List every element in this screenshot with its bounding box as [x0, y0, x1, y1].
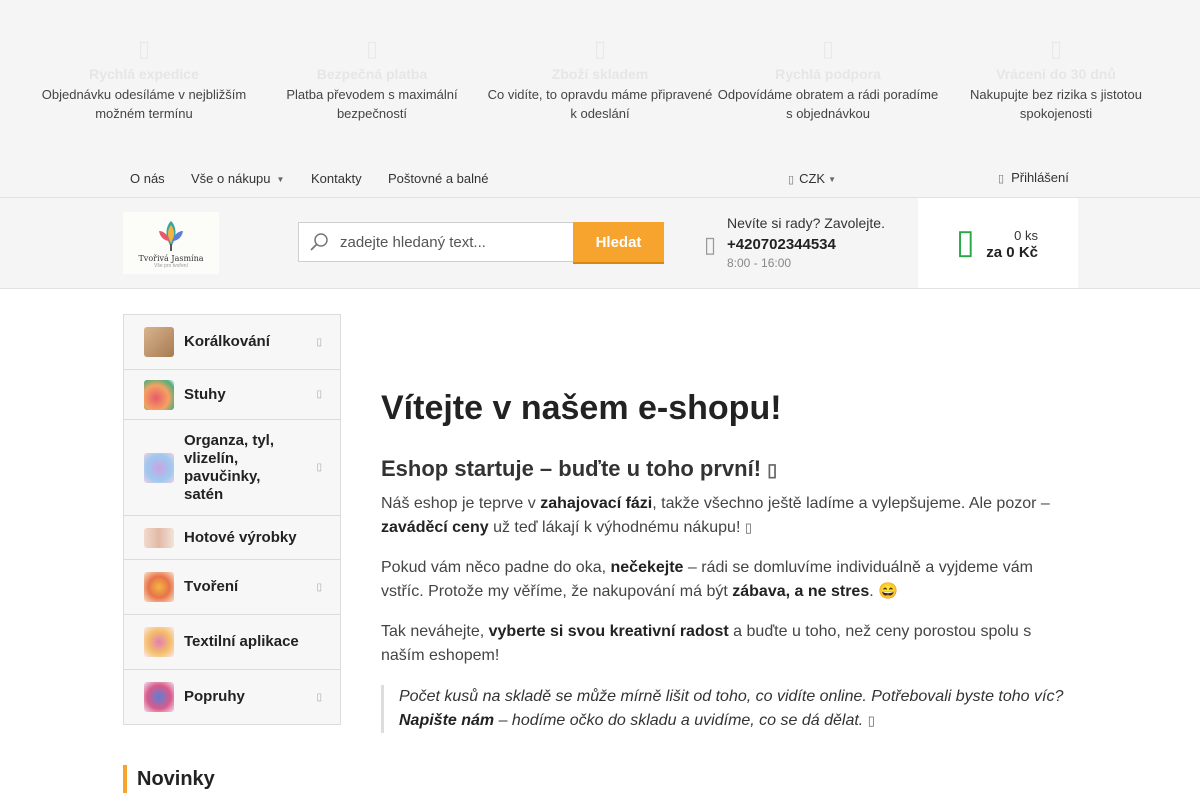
logo-emblem — [159, 221, 183, 251]
page-subtitle: Eshop startuje – buďte u toho první! ▯ — [381, 456, 777, 482]
nav-link-vse-o-nakupu[interactable]: Vše o nákupu ▼ — [191, 171, 284, 186]
logo-name: Tvořivá Jasmína — [138, 254, 204, 263]
category-sidebar: Korálkování ▯ Stuhy ▯ Organza, tyl, vliz… — [123, 314, 341, 725]
sidebar-item-organza[interactable]: Organza, tyl, vlizelín, pavučinky, satén… — [124, 420, 340, 516]
emoji-icon: ▯ — [744, 520, 752, 535]
benefit-item: ▯ Vrácení do 30 dnů Nakupujte bez rizika… — [942, 32, 1170, 123]
benefit-item: ▯ Zboží skladem Co vidíte, to opravdu má… — [486, 32, 714, 123]
site-header: Tvořivá Jasmína Vše pro tvoření Hledat ▯… — [0, 198, 1200, 289]
sidebar-item-textilni-aplikace[interactable]: Textilní aplikace — [124, 615, 340, 670]
category-label: Stuhy — [184, 385, 226, 403]
category-thumbnail — [144, 682, 174, 712]
benefit-title: Vrácení do 30 dnů — [996, 66, 1116, 82]
call-to-action-paragraph: Tak neváhejte, vyberte si svou kreativní… — [381, 623, 1032, 664]
page-title: Vítejte v našem e-shopu! — [381, 389, 782, 427]
box-icon: ▯ — [593, 36, 607, 61]
category-thumbnail — [144, 452, 174, 483]
category-label: Tvoření — [184, 578, 239, 595]
user-icon: ▯ — [998, 173, 1005, 185]
category-label: Hotové výrobky — [184, 528, 297, 546]
sidebar-item-stuhy[interactable]: Stuhy ▯ — [124, 370, 340, 420]
chevron-right-icon: ▯ — [316, 581, 322, 593]
login-link[interactable]: ▯ Přihlášení — [998, 170, 1069, 185]
contact-phone-link[interactable]: +420702344534 — [727, 236, 836, 253]
subtitle-text: Eshop startuje – buďte u toho první! — [381, 456, 762, 481]
lock-icon: ▯ — [365, 36, 379, 61]
benefit-title: Bezpečná platba — [316, 66, 428, 82]
chevron-right-icon: ▯ — [316, 462, 322, 473]
section-heading-novinky: Novinky — [123, 765, 215, 793]
cart-count: 0 ks — [1014, 228, 1038, 243]
category-thumbnail — [144, 627, 174, 657]
intro-paragraph: Náš eshop je teprve v zahajovací fázi, t… — [381, 495, 1050, 536]
chevron-right-icon: ▯ — [316, 336, 322, 348]
benefit-text: Nakupujte bez rizika s jistotou spokojen… — [970, 87, 1142, 121]
write-us-text: Napište nám — [399, 712, 495, 729]
truck-icon: ▯ — [137, 36, 151, 61]
login-label: Přihlášení — [1011, 170, 1069, 185]
support-icon: ▯ — [821, 36, 835, 61]
emoji-icon: ▯ — [867, 713, 875, 728]
search-input[interactable] — [298, 222, 574, 262]
category-thumbnail — [144, 527, 174, 548]
cart-icon: ▯ — [956, 223, 975, 261]
logo-tagline: Vše pro tvoření — [154, 263, 188, 269]
main-content: Vítejte v našem e-shopu! Eshop startuje … — [381, 380, 1081, 733]
currency-selector[interactable]: ▯ CZK ▼ — [788, 171, 836, 186]
offer-paragraph: Pokud vám něco padne do oka, nečekejte –… — [381, 559, 1033, 600]
benefit-title: Zboží skladem — [551, 66, 649, 82]
chevron-right-icon: ▯ — [316, 691, 322, 703]
search-icon — [310, 233, 328, 251]
benefit-item: ▯ Rychlá expedice Objednávku odesíláme v… — [30, 32, 258, 123]
benefit-title: Rychlá expedice — [89, 66, 199, 82]
category-thumbnail — [144, 327, 174, 357]
chevron-down-icon: ▼ — [276, 175, 285, 184]
return-icon: ▯ — [1049, 36, 1063, 61]
category-label: Organza, tyl, vlizelín, pavučinky, satén — [184, 431, 275, 503]
benefit-title: Rychlá podpora — [775, 66, 881, 82]
sidebar-item-hotove-vyrobky[interactable]: Hotové výrobky — [124, 516, 340, 560]
benefits-strip: ▯ Rychlá expedice Objednávku odesíláme v… — [0, 0, 1200, 158]
benefit-item: ▯ Bezpečná platba Platba převodem s maxi… — [258, 32, 486, 123]
category-thumbnail — [144, 572, 174, 602]
chevron-right-icon: ▯ — [316, 389, 322, 400]
contact-question: Nevíte si rady? Zavolejte. — [727, 215, 885, 231]
cart-button[interactable]: ▯ 0 ks za 0 Kč — [918, 198, 1078, 288]
money-icon: ▯ — [788, 174, 795, 186]
sidebar-item-koralkovani[interactable]: Korálkování ▯ — [124, 315, 340, 370]
benefit-text: Platba převodem s maximální bezpečností — [286, 87, 458, 121]
nav-link-o-nas[interactable]: O nás — [130, 171, 165, 186]
contact-hours: 8:00 - 16:00 — [727, 256, 792, 270]
search-button[interactable]: Hledat — [573, 222, 664, 262]
benefit-text: Odpovídáme obratem a rádi poradíme s obj… — [717, 87, 939, 121]
category-label: Korálkování — [184, 333, 270, 350]
nav-link-kontakty[interactable]: Kontakty — [311, 171, 362, 186]
top-navigation: O nás Vše o nákupu ▼ Kontakty Poštovné a … — [0, 158, 1200, 198]
search-form: Hledat — [298, 222, 664, 262]
emoji-icon: ▯ — [767, 460, 778, 480]
benefit-text: Objednávku odesíláme v nejbližším možném… — [41, 87, 247, 121]
currency-label: CZK — [799, 171, 826, 186]
category-thumbnail — [144, 379, 174, 410]
phone-icon: ▯ — [704, 232, 717, 257]
site-logo[interactable]: Tvořivá Jasmína Vše pro tvoření — [123, 212, 219, 274]
chevron-down-icon: ▼ — [828, 175, 836, 184]
category-label: Popruhy — [184, 688, 245, 705]
benefit-item: ▯ Rychlá podpora Odpovídáme obratem a rá… — [714, 32, 942, 123]
sidebar-item-tvoreni[interactable]: Tvoření ▯ — [124, 560, 340, 615]
nav-link-label: Vše o nákupu — [191, 171, 271, 186]
sidebar-item-popruhy[interactable]: Popruhy ▯ — [124, 670, 340, 724]
cart-total: za 0 Kč — [986, 244, 1038, 261]
benefit-text: Co vidíte, to opravdu máme připravené k … — [487, 87, 713, 121]
stock-notice-quote: Počet kusů na skladě se může mírně lišit… — [381, 685, 1081, 733]
category-label: Textilní aplikace — [184, 633, 299, 650]
contact-box: ▯ Nevíte si rady? Zavolejte. +4207023445… — [704, 213, 904, 273]
nav-link-postovne[interactable]: Poštovné a balné — [388, 171, 488, 186]
